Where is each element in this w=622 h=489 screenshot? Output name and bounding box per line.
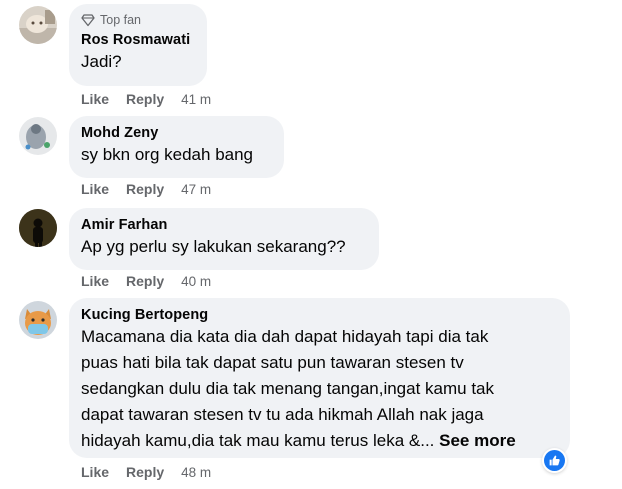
diamond-icon [81, 14, 95, 27]
timestamp[interactable]: 47 m [181, 182, 211, 197]
reply-button[interactable]: Reply [126, 91, 164, 107]
author-name[interactable]: Amir Farhan [81, 216, 367, 234]
author-name[interactable]: Ros Rosmawati [81, 31, 195, 49]
comment-text: Jadi? [81, 52, 122, 71]
comment-text-line: Macamana dia kata dia dah dapat hidayah … [81, 327, 489, 346]
comment-text: Ap yg perlu sy lakukan sekarang?? [81, 237, 346, 256]
comment-bubble: Kucing Bertopeng Macamana dia kata dia d… [69, 298, 570, 458]
like-button[interactable]: Like [81, 181, 109, 197]
comment-actions: Like Reply 48 m [81, 464, 211, 480]
comment-text-line: puas hati bila tak dapat satu pun tawara… [81, 353, 464, 372]
like-button[interactable]: Like [81, 91, 109, 107]
comment-actions: Like Reply 41 m [81, 91, 211, 107]
timestamp[interactable]: 40 m [181, 274, 211, 289]
timestamp[interactable]: 41 m [181, 92, 211, 107]
timestamp[interactable]: 48 m [181, 465, 211, 480]
like-button[interactable]: Like [81, 464, 109, 480]
comment-text: sy bkn org kedah bang [81, 145, 254, 164]
like-reaction-badge[interactable] [542, 448, 567, 473]
see-more-link[interactable]: See more [439, 431, 516, 450]
author-name[interactable]: Kucing Bertopeng [81, 306, 558, 324]
comment-bubble: Mohd Zeny sy bkn org kedah bang [69, 116, 284, 178]
comment-text-line: sedangkan dulu dia tak menang tangan,ing… [81, 379, 495, 398]
like-button[interactable]: Like [81, 273, 109, 289]
comment-bubble: Top fan Ros Rosmawati Jadi? [69, 4, 207, 86]
comment-text-last: hidayah kamu,dia tak mau kamu terus leka… [81, 431, 440, 450]
reply-button[interactable]: Reply [126, 273, 164, 289]
comment-text-line: dapat tawaran stesen tv tu ada hikmah Al… [81, 405, 484, 424]
reply-button[interactable]: Reply [126, 464, 164, 480]
comment-actions: Like Reply 40 m [81, 273, 211, 289]
author-name[interactable]: Mohd Zeny [81, 124, 272, 142]
avatar[interactable] [19, 301, 57, 339]
top-fan-label: Top fan [100, 13, 142, 27]
reply-button[interactable]: Reply [126, 181, 164, 197]
avatar[interactable] [19, 6, 57, 44]
comment-text-line: hidayah kamu,dia tak mau kamu terus leka… [81, 428, 558, 454]
top-fan-badge: Top fan [81, 12, 195, 28]
avatar[interactable] [19, 117, 57, 155]
comment-actions: Like Reply 47 m [81, 181, 211, 197]
thumbs-up-icon [549, 455, 560, 466]
avatar[interactable] [19, 209, 57, 247]
comment-bubble: Amir Farhan Ap yg perlu sy lakukan sekar… [69, 208, 379, 270]
